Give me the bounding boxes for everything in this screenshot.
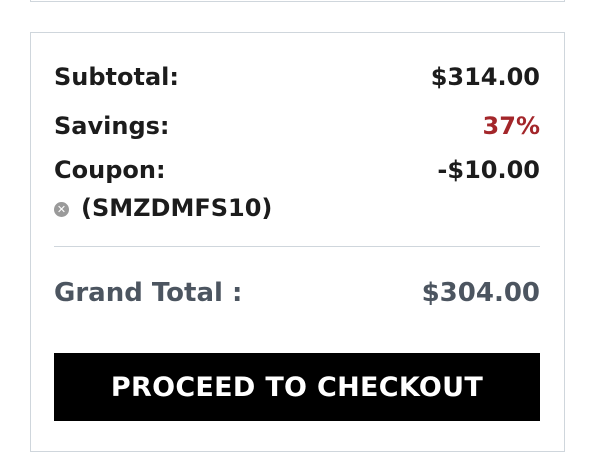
savings-value: 37% (482, 112, 540, 140)
savings-label: Savings: (54, 112, 170, 140)
previous-panel-edge (30, 0, 565, 2)
grand-total-value: $304.00 (421, 278, 540, 308)
subtotal-label: Subtotal: (54, 63, 180, 91)
coupon-code-line: ✕ (SMZDMFS10) (54, 194, 272, 222)
grand-total-label: Grand Total : (54, 278, 243, 308)
remove-coupon-icon[interactable]: ✕ (54, 201, 69, 217)
proceed-to-checkout-button[interactable]: PROCEED TO CHECKOUT (54, 353, 540, 421)
coupon-value: -$10.00 (437, 156, 540, 184)
coupon-label: Coupon: (54, 156, 166, 184)
divider (54, 246, 540, 247)
coupon-code: (SMZDMFS10) (81, 194, 273, 222)
subtotal-value: $314.00 (430, 63, 540, 91)
